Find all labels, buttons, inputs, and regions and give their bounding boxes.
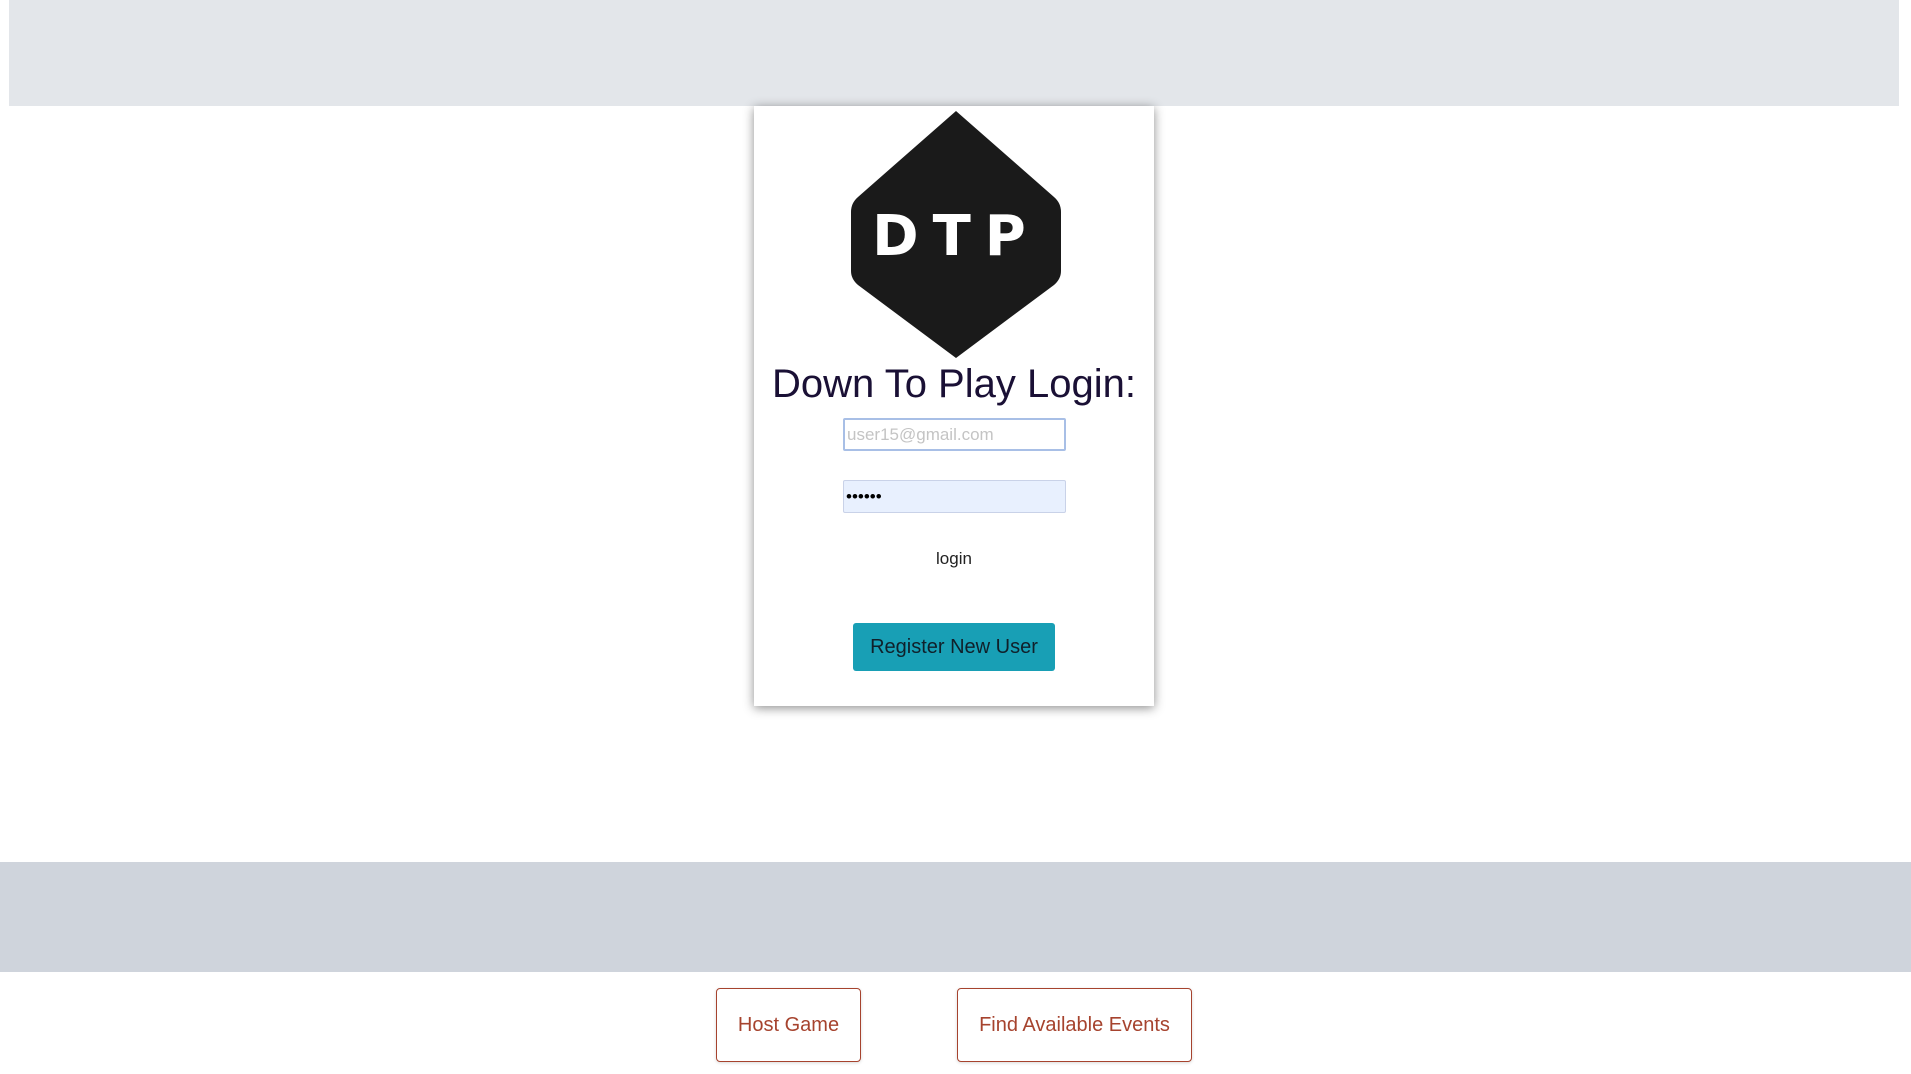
host-game-button[interactable]: Host Game [716, 988, 861, 1062]
find-available-events-button[interactable]: Find Available Events [957, 988, 1192, 1062]
dtp-logo: DTP [851, 111, 1061, 358]
top-banner [9, 0, 1899, 106]
password-field[interactable] [843, 480, 1066, 513]
footer-banner [0, 862, 1911, 972]
login-card: DTP Down To Play Login: login Register N… [754, 106, 1154, 706]
register-new-user-button[interactable]: Register New User [853, 623, 1055, 671]
email-field[interactable] [843, 418, 1066, 451]
logo-text: DTP [872, 204, 1040, 269]
page-title: Down To Play Login: [772, 362, 1136, 406]
hexagon-logo-icon: DTP [851, 111, 1061, 358]
login-button[interactable]: login [754, 549, 1154, 569]
